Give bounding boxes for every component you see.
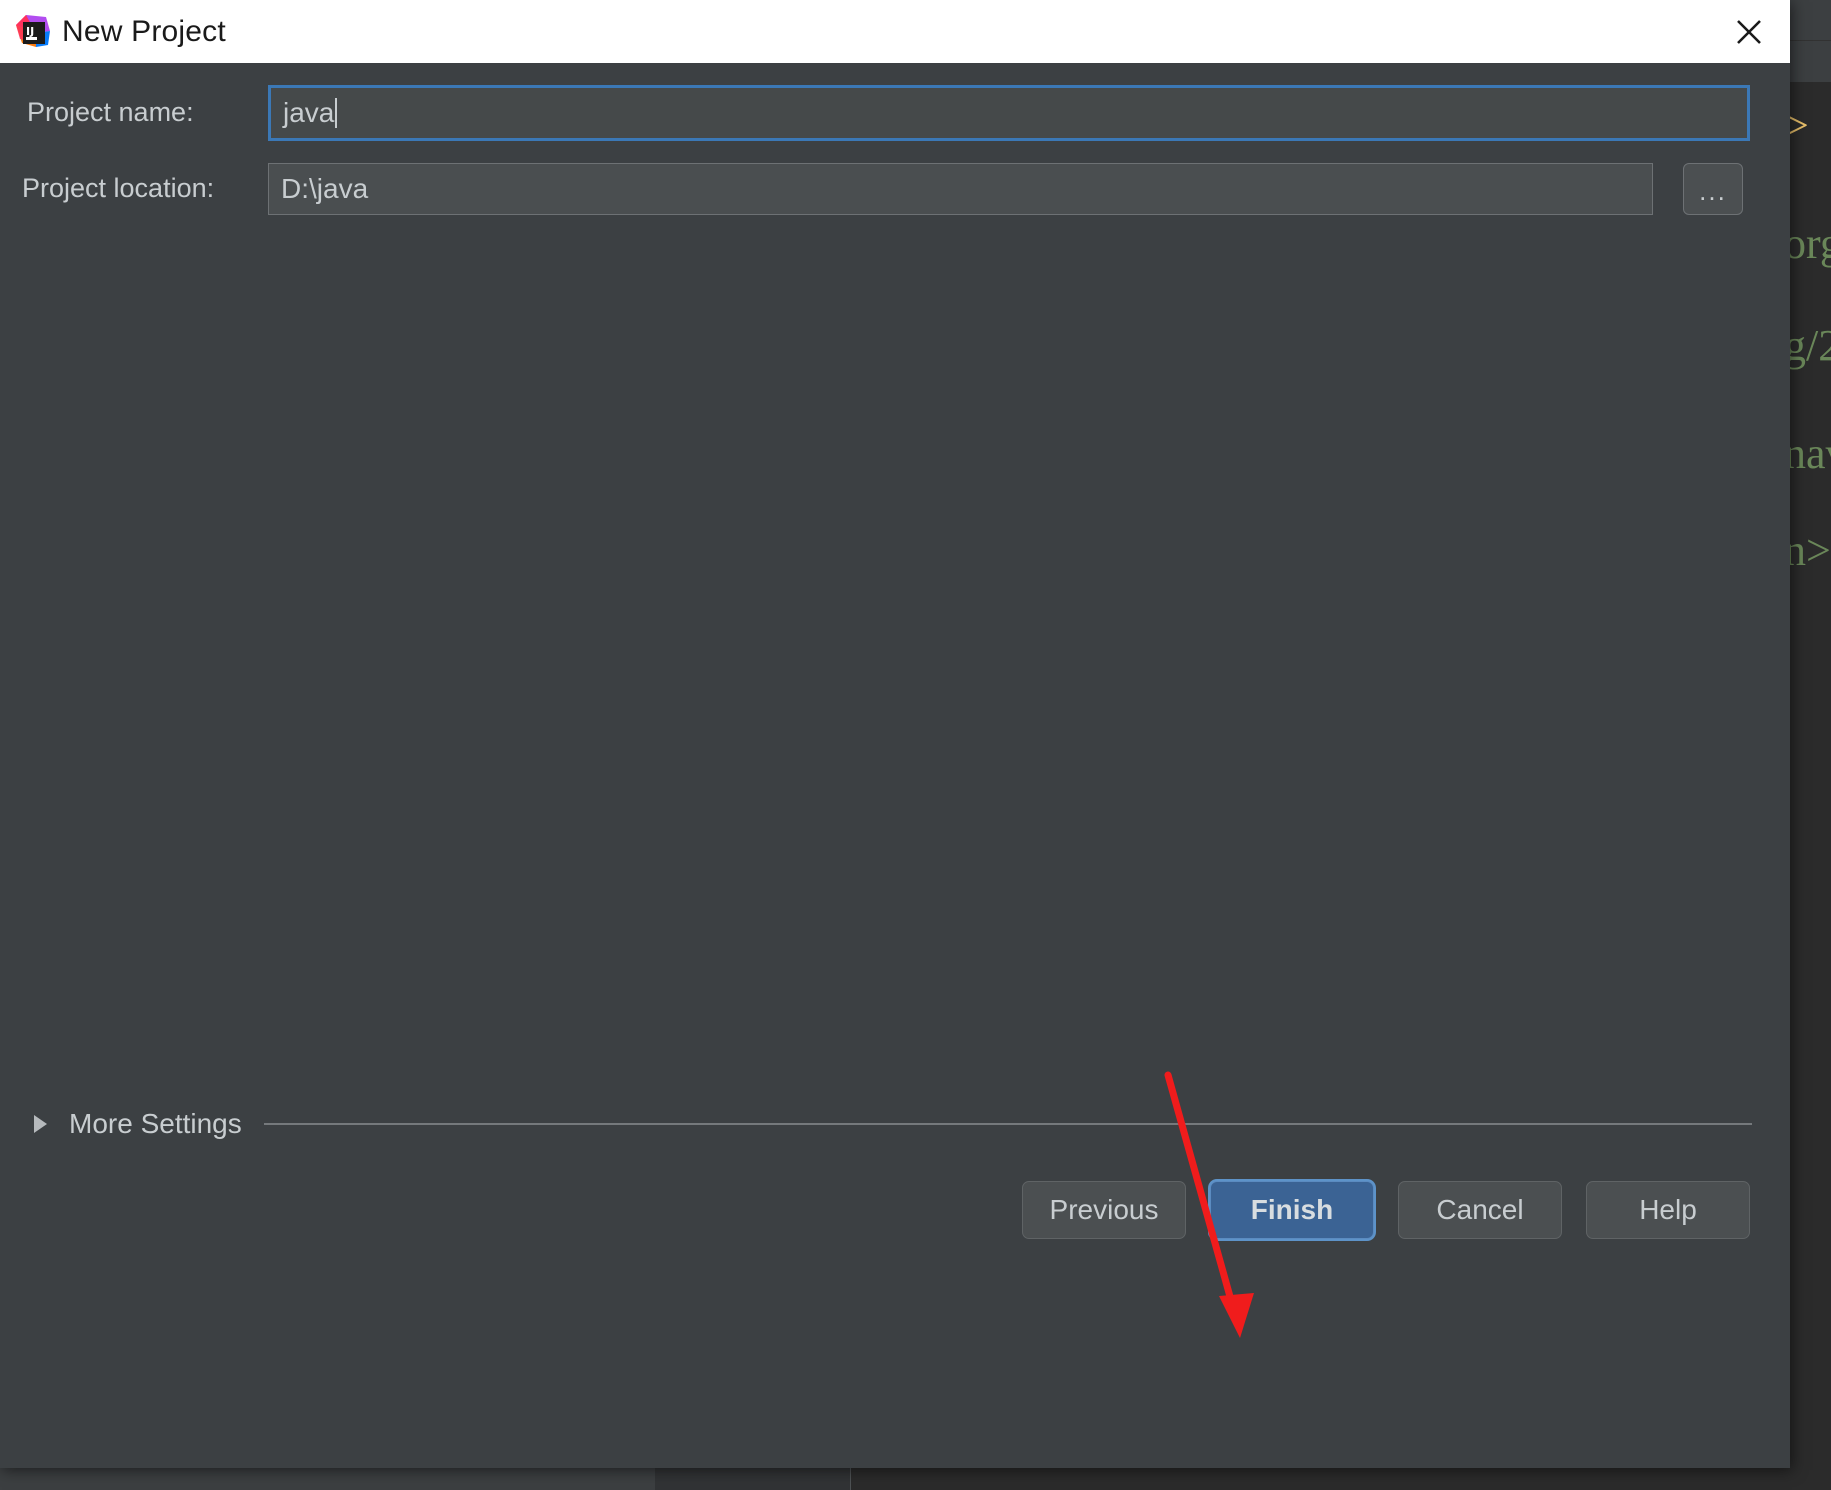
cancel-button[interactable]: Cancel [1398,1181,1562,1239]
triangle-right-icon [34,1115,47,1133]
code-fragment: nav [1784,429,1831,478]
project-name-label: Project name: [27,97,194,127]
ide-status-bar-right [851,1468,1831,1490]
code-fragment: g/2 [1784,321,1831,370]
finish-button[interactable]: Finish [1210,1181,1374,1239]
help-button[interactable]: Help [1586,1181,1750,1239]
project-name-input[interactable]: java [268,85,1750,141]
ellipsis-icon: ... [1699,176,1727,207]
project-location-label: Project location: [22,173,215,203]
dialog-title-bar: IJ New Project [0,0,1790,63]
browse-folder-button[interactable]: ... [1683,163,1743,215]
section-divider [263,1123,1752,1125]
code-fragment: org [1784,219,1831,268]
project-location-input[interactable]: D:\java [268,163,1653,215]
project-name-row: Project name: java [0,85,1790,141]
more-settings-expander[interactable]: More Settings [0,1101,1790,1147]
project-location-row: Project location: D:\java ... [0,163,1790,215]
previous-button[interactable]: Previous [1022,1181,1186,1239]
dialog-button-bar: Previous Finish Cancel Help [1022,1181,1750,1239]
more-settings-label: More Settings [69,1108,242,1139]
ide-tab-strip-top [1790,0,1831,41]
project-name-value: java [283,97,335,128]
close-icon[interactable] [1708,0,1790,63]
code-fragment: n> [1784,526,1831,575]
new-project-dialog: IJ New Project Project name: java Projec… [0,0,1790,1468]
text-caret [335,98,338,128]
ide-status-bar-left [0,1468,655,1490]
project-location-value: D:\java [281,173,369,204]
ide-status-bar-middle [656,1468,851,1490]
ide-tab-strip-second [1790,41,1831,83]
svg-text:IJ: IJ [26,25,34,38]
dialog-title: New Project [62,14,226,48]
dialog-content: Project name: java Project location: D:\… [0,63,1790,1468]
intellij-idea-logo-icon: IJ [14,13,52,51]
